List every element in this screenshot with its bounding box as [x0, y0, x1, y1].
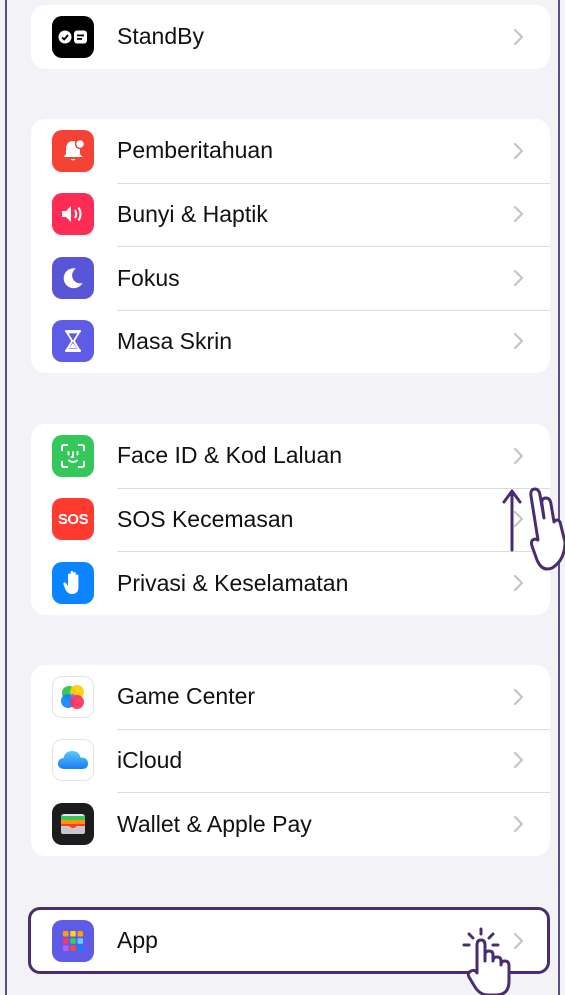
- settings-row-focus[interactable]: Fokus: [31, 246, 550, 310]
- settings-group-notifications: Pemberitahuan Bunyi & Haptik Fokus Masa …: [31, 119, 550, 373]
- settings-row-notifications[interactable]: Pemberitahuan: [31, 119, 550, 183]
- chevron-right-icon: [513, 206, 524, 223]
- moon-icon: [52, 256, 94, 299]
- sos-icon: SOS: [52, 498, 94, 541]
- settings-row-privacy[interactable]: Privasi & Keselamatan: [31, 551, 550, 615]
- row-label: Wallet & Apple Pay: [117, 810, 312, 837]
- settings-row-sounds[interactable]: Bunyi & Haptik: [31, 182, 550, 247]
- speaker-icon: [52, 193, 94, 236]
- chevron-right-icon: [513, 447, 524, 464]
- sos-icon-text: SOS: [57, 510, 89, 528]
- chevron-right-icon: [513, 688, 524, 705]
- hand-icon: [52, 561, 94, 604]
- bell-icon: [52, 129, 94, 172]
- standby-icon: [52, 15, 94, 58]
- swipe-up-hand-icon: [502, 487, 565, 571]
- row-label: Face ID & Kod Laluan: [117, 442, 343, 469]
- settings-group-standby: StandBy: [31, 5, 550, 69]
- settings-row-icloud[interactable]: iCloud: [31, 728, 550, 793]
- settings-group-security: Face ID & Kod Laluan SOS SOS Kecemasan P…: [31, 424, 550, 615]
- tap-hand-icon: [462, 927, 511, 995]
- settings-row-standby[interactable]: StandBy: [31, 5, 550, 69]
- settings-group-services: Game Center iCloud Wallet & Apple Pay: [31, 665, 550, 856]
- chevron-right-icon: [513, 28, 524, 45]
- row-label: Privasi & Keselamatan: [117, 569, 349, 596]
- game-center-icon: [52, 675, 94, 718]
- wallet-icon: [52, 802, 94, 845]
- settings-row-face-id[interactable]: Face ID & Kod Laluan: [31, 424, 550, 488]
- settings-row-wallet[interactable]: Wallet & Apple Pay: [31, 792, 550, 856]
- settings-row-emergency-sos[interactable]: SOS SOS Kecemasan: [31, 487, 550, 552]
- chevron-right-icon: [513, 142, 524, 159]
- settings-row-game-center[interactable]: Game Center: [31, 665, 550, 729]
- settings-row-screen-time[interactable]: Masa Skrin: [31, 309, 550, 374]
- row-label: SOS Kecemasan: [117, 506, 294, 533]
- row-label: Bunyi & Haptik: [117, 201, 268, 228]
- row-label: iCloud: [117, 747, 183, 774]
- row-label: Fokus: [117, 264, 180, 291]
- chevron-right-icon: [513, 815, 524, 832]
- chevron-right-icon: [513, 333, 524, 350]
- face-id-icon: [52, 434, 94, 477]
- icloud-icon: [52, 739, 94, 782]
- row-label: Masa Skrin: [117, 328, 233, 355]
- hourglass-icon: [52, 320, 94, 363]
- row-label: Pemberitahuan: [117, 137, 273, 164]
- chevron-right-icon: [513, 269, 524, 286]
- row-label: Game Center: [117, 683, 256, 710]
- chevron-right-icon: [513, 752, 524, 769]
- row-label: StandBy: [117, 23, 204, 50]
